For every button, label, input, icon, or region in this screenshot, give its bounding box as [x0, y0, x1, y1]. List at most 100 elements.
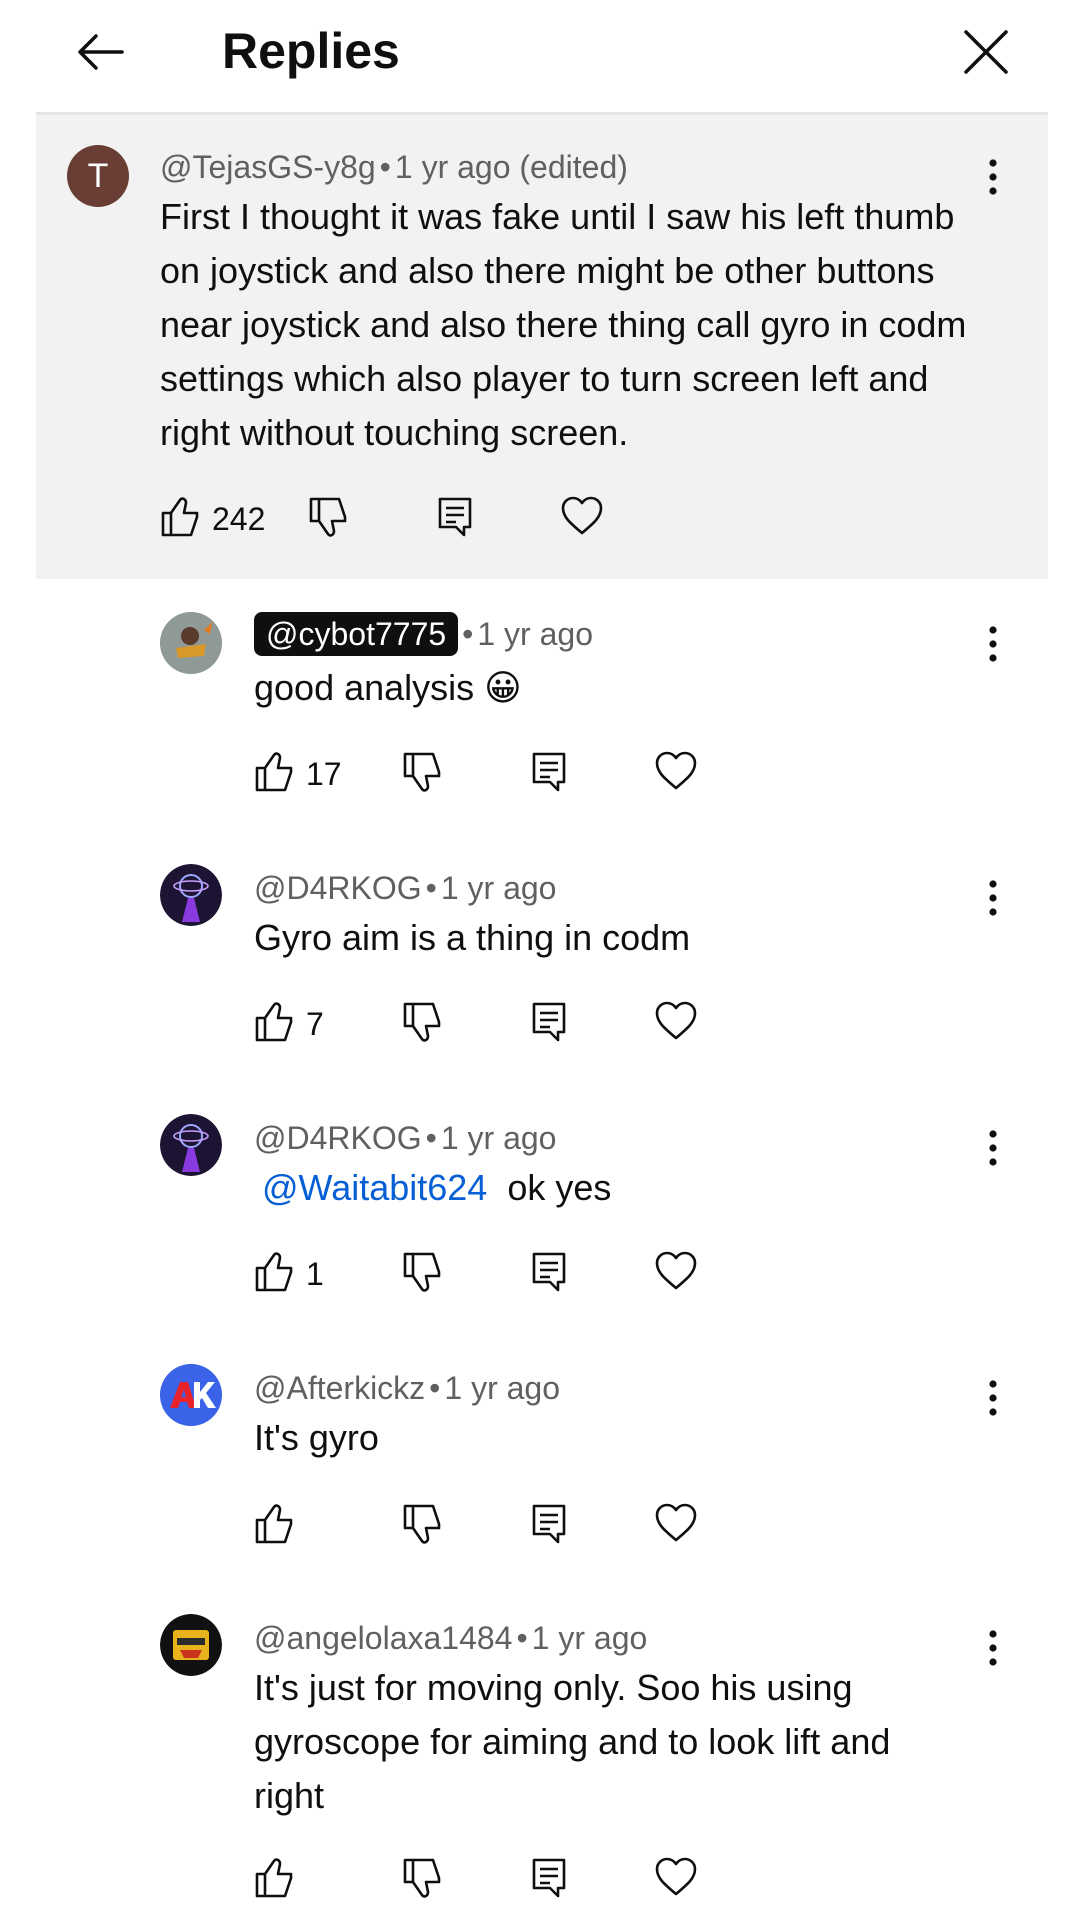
reply-icon: [532, 1002, 566, 1042]
heart-icon: [655, 1503, 697, 1542]
heart-icon: [561, 496, 603, 535]
author-handle[interactable]: @TejasGS-y8g: [160, 149, 376, 185]
like-button[interactable]: [254, 1856, 294, 1904]
more-vert-icon[interactable]: [983, 1128, 1003, 1168]
heart-button[interactable]: [654, 750, 698, 798]
separator-dot: •: [379, 149, 391, 185]
dislike-button[interactable]: [308, 495, 348, 543]
heart-icon: [655, 1251, 697, 1290]
comment-text: It's gyro: [254, 1417, 379, 1458]
reply-button[interactable]: [530, 1502, 570, 1550]
avatar[interactable]: [160, 1364, 222, 1426]
comment-text: First I thought it was fake until I saw …: [160, 196, 967, 453]
thumb-down-icon: [309, 497, 347, 537]
reply-icon: [532, 1858, 566, 1898]
avatar[interactable]: [160, 612, 222, 674]
like-button[interactable]: 1: [254, 1250, 354, 1298]
heart-icon: [655, 1001, 697, 1040]
avatar[interactable]: [160, 1114, 222, 1176]
author-handle[interactable]: @D4RKOG: [254, 1120, 422, 1156]
reply-icon: [438, 497, 472, 537]
comment-meta: @angelolaxa1484 • 1 yr ago: [254, 1618, 647, 1658]
avatar[interactable]: [160, 1614, 222, 1676]
avatar-image: [160, 1614, 222, 1676]
like-count: 1: [306, 1256, 324, 1292]
more-vert-icon[interactable]: [983, 1628, 1003, 1668]
separator-dot: •: [429, 1370, 441, 1406]
author-handle[interactable]: @cybot7775: [254, 612, 459, 656]
avatar-image: [160, 1114, 222, 1176]
avatar-image: [160, 612, 222, 674]
separator-dot: •: [516, 1620, 528, 1656]
reply-button[interactable]: [436, 495, 476, 543]
parent-comment: T @TejasGS-y8g • 1 yr ago (edited) First I…: [36, 115, 1048, 579]
like-count: 7: [306, 1006, 324, 1042]
heart-icon: [655, 751, 697, 790]
heart-button[interactable]: [654, 1856, 698, 1904]
thumb-down-icon: [403, 1252, 441, 1292]
dislike-button[interactable]: [402, 1856, 442, 1904]
comment-time: 1 yr ago: [444, 1370, 560, 1406]
thumb-up-icon: [255, 1858, 293, 1898]
thumb-up-icon: [255, 1252, 293, 1292]
thumb-down-icon: [403, 752, 441, 792]
thumb-down-icon: [403, 1858, 441, 1898]
avatar-image: [160, 864, 222, 926]
dislike-button[interactable]: [402, 750, 442, 798]
author-handle[interactable]: @angelolaxa1484: [254, 1620, 512, 1656]
comment-actions: [254, 1502, 714, 1550]
like-count: 17: [306, 756, 342, 792]
back-arrow-icon[interactable]: [72, 24, 128, 80]
like-button[interactable]: 17: [254, 750, 354, 798]
more-vert-icon[interactable]: [983, 878, 1003, 918]
comment-time: 1 yr ago: [477, 616, 593, 652]
dislike-button[interactable]: [402, 1000, 442, 1048]
comment-actions: [254, 1856, 714, 1904]
reply-icon: [532, 1504, 566, 1544]
like-button[interactable]: 242: [160, 495, 280, 543]
separator-dot: •: [462, 616, 474, 652]
thumb-down-icon: [403, 1002, 441, 1042]
reply-button[interactable]: [530, 1000, 570, 1048]
like-button[interactable]: [254, 1502, 294, 1550]
heart-button[interactable]: [654, 1000, 698, 1048]
page-title: Replies: [222, 23, 400, 79]
thumb-up-icon: [255, 752, 293, 792]
reply-button[interactable]: [530, 1856, 570, 1904]
avatar[interactable]: [160, 864, 222, 926]
comment-time: 1 yr ago: [440, 870, 557, 906]
heart-button[interactable]: [654, 1502, 698, 1550]
comment-text: @Waitabit624 ok yes: [262, 1161, 611, 1215]
dislike-button[interactable]: [402, 1502, 442, 1550]
author-handle[interactable]: @Afterkickz: [254, 1370, 425, 1406]
reply-icon: [532, 1252, 566, 1292]
avatar-image: [160, 1364, 222, 1426]
like-button[interactable]: 7: [254, 1000, 354, 1048]
reply-button[interactable]: [530, 1250, 570, 1298]
comment-text: good analysis 😀: [254, 667, 522, 708]
comment-time: 1 yr ago (edited): [394, 149, 628, 185]
comment-actions: 242: [160, 495, 660, 543]
comment-text-body: ok yes: [507, 1167, 612, 1208]
comment-actions: 1: [254, 1250, 714, 1298]
header: Replies: [0, 0, 1080, 112]
separator-dot: •: [425, 1120, 437, 1156]
avatar[interactable]: T: [67, 145, 129, 207]
comment-time: 1 yr ago: [440, 1120, 557, 1156]
mention-link[interactable]: @Waitabit624: [262, 1167, 487, 1208]
more-vert-icon[interactable]: [983, 1378, 1003, 1418]
close-icon[interactable]: [958, 24, 1014, 80]
thumb-up-icon: [255, 1504, 293, 1544]
more-vert-icon[interactable]: [983, 624, 1003, 664]
thumb-up-icon: [255, 1002, 293, 1042]
author-handle[interactable]: @D4RKOG: [254, 870, 422, 906]
comment-text: It's just for moving only. Soo his using…: [254, 1667, 891, 1816]
heart-button[interactable]: [560, 495, 604, 543]
heart-icon: [655, 1857, 697, 1896]
dislike-button[interactable]: [402, 1250, 442, 1298]
separator-dot: •: [425, 870, 437, 906]
reply-button[interactable]: [530, 750, 570, 798]
comment-meta: @Afterkickz • 1 yr ago: [254, 1368, 560, 1408]
comment-meta: @TejasGS-y8g • 1 yr ago (edited): [160, 147, 628, 187]
heart-button[interactable]: [654, 1250, 698, 1298]
